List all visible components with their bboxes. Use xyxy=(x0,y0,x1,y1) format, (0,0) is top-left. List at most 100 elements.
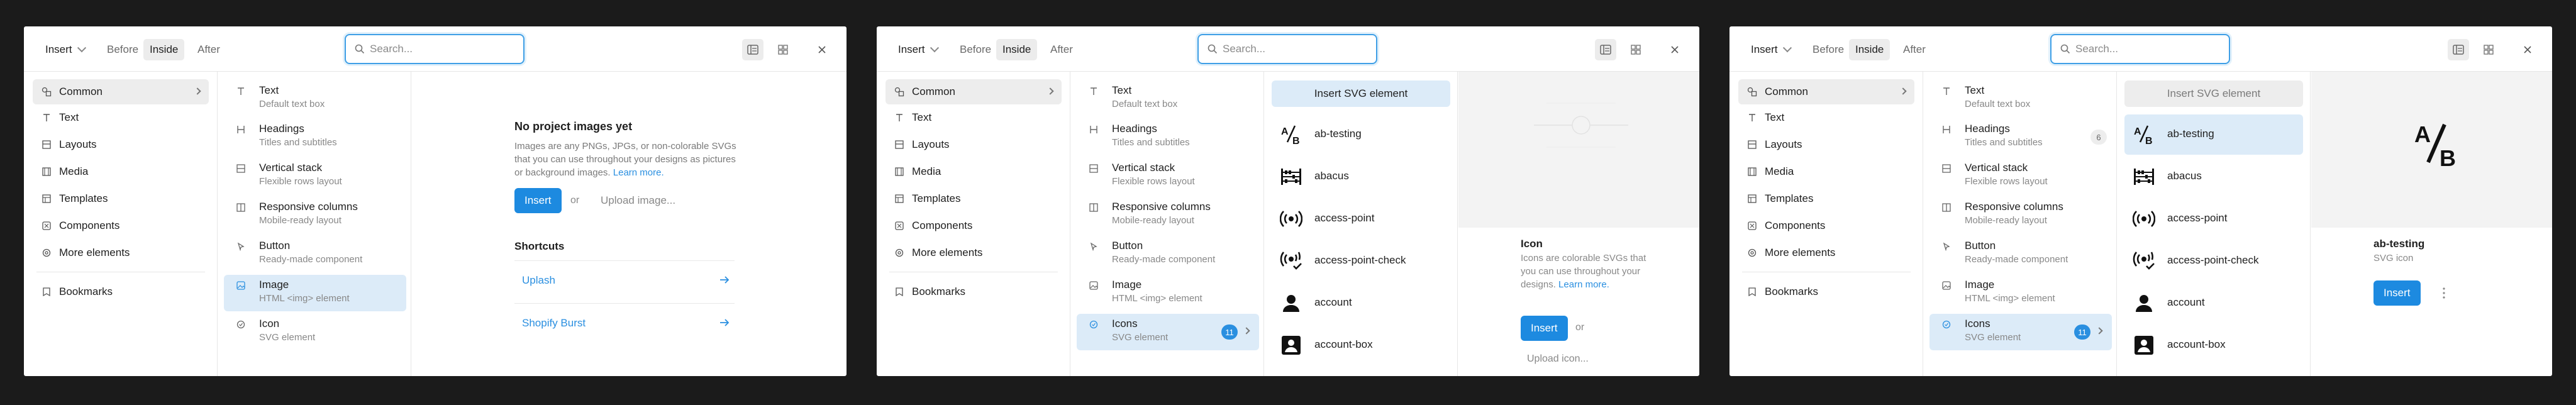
category-media[interactable]: Media xyxy=(1738,159,1914,184)
tab-before[interactable]: Before xyxy=(1806,39,1850,60)
insert-svg-element-button[interactable]: Insert SVG element xyxy=(1272,80,1450,107)
element-headings[interactable]: Headings Titles and subtitles 6 xyxy=(1929,119,2112,155)
element-button[interactable]: Button Ready-made component xyxy=(1077,236,1259,272)
element-image[interactable]: Image HTML <img> element xyxy=(1929,275,2112,311)
icon-row-account[interactable]: account xyxy=(2124,283,2303,323)
grid-view-button[interactable] xyxy=(2478,39,2499,60)
tab-inside[interactable]: Inside xyxy=(1849,39,1890,60)
category-layouts[interactable]: Layouts xyxy=(33,132,209,157)
search-box[interactable] xyxy=(1197,34,1377,64)
learn-more-link[interactable]: Learn more. xyxy=(1558,279,1609,290)
category-more-elements[interactable]: More elements xyxy=(1738,240,1914,265)
tab-inside[interactable]: Inside xyxy=(143,39,185,60)
category-templates[interactable]: Templates xyxy=(1738,186,1914,211)
category-components[interactable]: Components xyxy=(886,213,1062,238)
icon-row-access-point-check[interactable]: access-point-check xyxy=(2124,241,2303,281)
element-icon[interactable]: Icon SVG element xyxy=(224,314,406,350)
category-common[interactable]: Common xyxy=(1738,79,1914,104)
category-text[interactable]: Text xyxy=(886,105,1062,130)
category-components[interactable]: Components xyxy=(33,213,209,238)
icon-row-ab-testing[interactable]: A Bab-testing xyxy=(2124,114,2303,155)
element-responsive-columns[interactable]: Responsive columns Mobile-ready layout xyxy=(1929,197,2112,233)
category-templates[interactable]: Templates xyxy=(886,186,1062,211)
insert-button[interactable]: Insert xyxy=(2373,280,2421,306)
tab-after[interactable]: After xyxy=(1044,39,1079,60)
element-icons[interactable]: Icons SVG element 11 xyxy=(1929,314,2112,350)
insert-dropdown[interactable]: Insert xyxy=(1746,39,1796,60)
tab-after[interactable]: After xyxy=(1897,39,1932,60)
category-bookmarks[interactable]: Bookmarks xyxy=(886,279,1062,304)
category-more-elements[interactable]: More elements xyxy=(33,240,209,265)
element-headings[interactable]: Headings Titles and subtitles xyxy=(224,119,406,155)
icon-row-access-point-check[interactable]: access-point-check xyxy=(1272,241,1450,281)
tab-inside[interactable]: Inside xyxy=(996,39,1038,60)
insert-button[interactable]: Insert xyxy=(1521,316,1568,341)
category-text[interactable]: Text xyxy=(33,105,209,130)
tab-before[interactable]: Before xyxy=(953,39,997,60)
grid-view-button[interactable] xyxy=(772,39,794,60)
close-button[interactable] xyxy=(2517,39,2538,60)
icon-row-ab-testing[interactable]: A Bab-testing xyxy=(1272,114,1450,155)
category-more-elements[interactable]: More elements xyxy=(886,240,1062,265)
element-vertical-stack[interactable]: Vertical stack Flexible rows layout xyxy=(1077,158,1259,194)
element-icons[interactable]: Icons SVG element 11 xyxy=(1077,314,1259,350)
insert-dropdown-label: Insert xyxy=(898,43,925,55)
search-box[interactable] xyxy=(345,34,525,64)
icon-row-abacus[interactable]: abacus xyxy=(1272,157,1450,197)
icon-row-access-point[interactable]: access-point xyxy=(1272,199,1450,239)
element-image[interactable]: Image HTML <img> element xyxy=(1077,275,1259,311)
upload-icon-link[interactable]: Upload icon... xyxy=(1527,353,1589,365)
category-templates[interactable]: Templates xyxy=(33,186,209,211)
search-input[interactable] xyxy=(1223,43,1361,55)
element-button[interactable]: Button Ready-made component xyxy=(224,236,406,272)
category-media[interactable]: Media xyxy=(886,159,1062,184)
element-title: Headings xyxy=(259,123,304,135)
element-button[interactable]: Button Ready-made component xyxy=(1929,236,2112,272)
icon-row-abacus[interactable]: abacus xyxy=(2124,157,2303,197)
shortcut-unsplash[interactable]: Uplash xyxy=(514,260,735,298)
list-view-button[interactable] xyxy=(2448,39,2469,60)
upload-image-link[interactable]: Upload image... xyxy=(601,194,675,207)
category-bookmarks[interactable]: Bookmarks xyxy=(1738,279,1914,304)
icon-row-access-point[interactable]: access-point xyxy=(2124,199,2303,239)
element-headings[interactable]: Headings Titles and subtitles xyxy=(1077,119,1259,155)
category-layouts[interactable]: Layouts xyxy=(886,132,1062,157)
insert-dropdown[interactable]: Insert xyxy=(893,39,943,60)
grid-view-button[interactable] xyxy=(1625,39,1646,60)
tab-after[interactable]: After xyxy=(191,39,226,60)
category-text[interactable]: Text xyxy=(1738,105,1914,130)
list-view-button[interactable] xyxy=(1595,39,1616,60)
search-input[interactable] xyxy=(370,43,508,55)
insert-button[interactable]: Insert xyxy=(514,188,562,213)
category-media[interactable]: Media xyxy=(33,159,209,184)
element-title: Text xyxy=(1965,84,1985,96)
element-vertical-stack[interactable]: Vertical stack Flexible rows layout xyxy=(1929,158,2112,194)
element-text[interactable]: Text Default text box xyxy=(1077,80,1259,117)
element-vertical-stack[interactable]: Vertical stack Flexible rows layout xyxy=(224,158,406,194)
category-common[interactable]: Common xyxy=(886,79,1062,104)
insert-svg-element-button[interactable]: Insert SVG element xyxy=(2124,80,2303,107)
category-components[interactable]: Components xyxy=(1738,213,1914,238)
icon-row-account-box[interactable]: account-box xyxy=(2124,325,2303,365)
close-button[interactable] xyxy=(1664,39,1685,60)
element-text[interactable]: Text Default text box xyxy=(1929,80,2112,117)
search-icon xyxy=(355,44,365,54)
search-box[interactable] xyxy=(2050,34,2230,64)
tab-before[interactable]: Before xyxy=(101,39,145,60)
element-responsive-columns[interactable]: Responsive columns Mobile-ready layout xyxy=(1077,197,1259,233)
shortcut-shopify-burst[interactable]: Shopify Burst xyxy=(514,303,735,341)
category-layouts[interactable]: Layouts xyxy=(1738,132,1914,157)
insert-dropdown[interactable]: Insert xyxy=(40,39,90,60)
icon-row-account[interactable]: account xyxy=(1272,283,1450,323)
element-image[interactable]: Image HTML <img> element xyxy=(224,275,406,311)
close-button[interactable] xyxy=(811,39,833,60)
search-input[interactable] xyxy=(2075,43,2214,55)
category-bookmarks[interactable]: Bookmarks xyxy=(33,279,209,304)
more-options-button[interactable] xyxy=(2438,286,2450,301)
list-view-button[interactable] xyxy=(742,39,763,60)
category-common[interactable]: Common xyxy=(33,79,209,104)
element-responsive-columns[interactable]: Responsive columns Mobile-ready layout xyxy=(224,197,406,233)
element-text[interactable]: Text Default text box xyxy=(224,80,406,117)
learn-more-link[interactable]: Learn more. xyxy=(613,167,664,178)
icon-row-account-box[interactable]: account-box xyxy=(1272,325,1450,365)
